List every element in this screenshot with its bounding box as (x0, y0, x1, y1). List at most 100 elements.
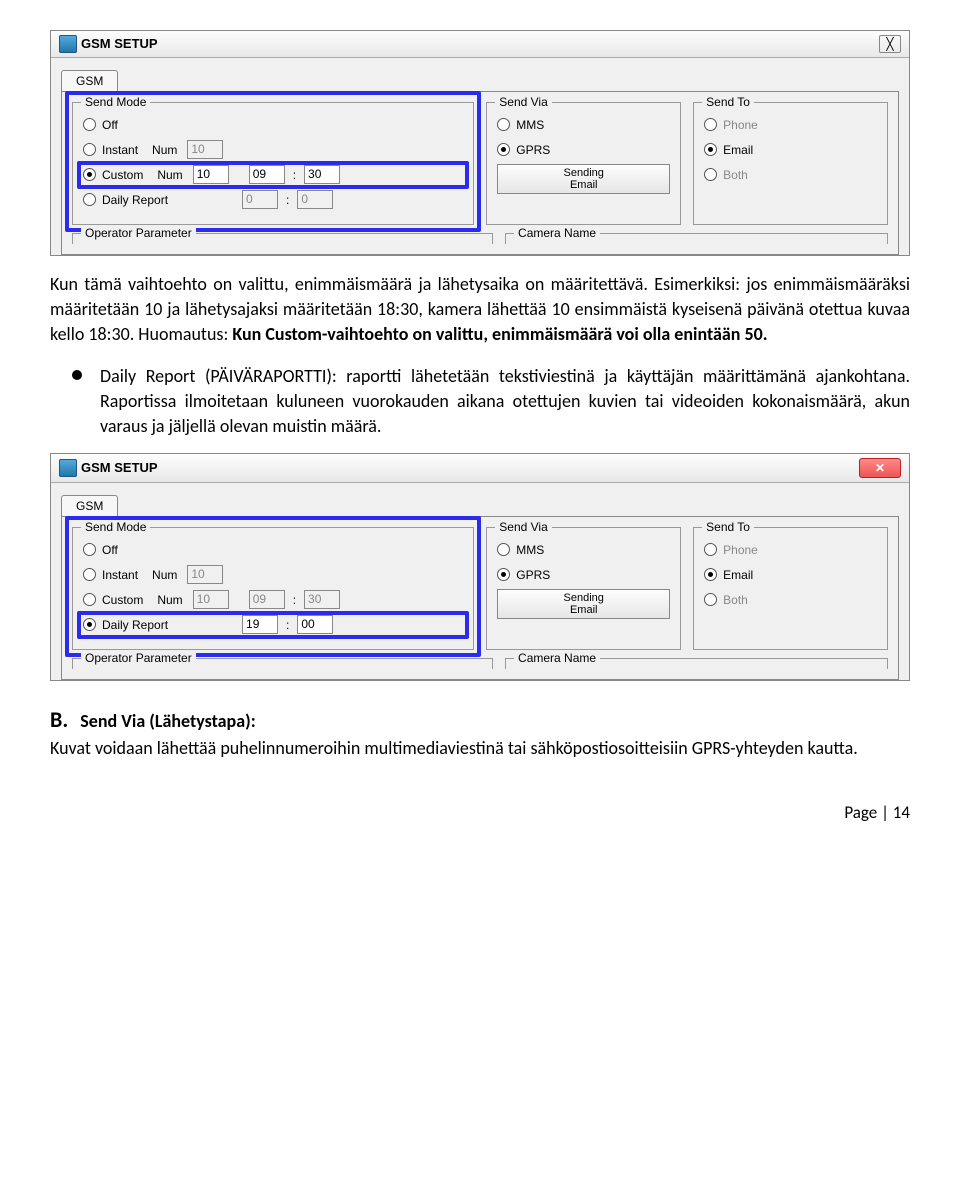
bullet-text: Daily Report (PÄIVÄRAPORTTI): raportti l… (100, 364, 910, 440)
tab-gsm[interactable]: GSM (61, 495, 118, 517)
radio-daily[interactable] (83, 618, 96, 631)
radio-email[interactable] (704, 568, 717, 581)
screenshot-1: GSM SETUP ╳ GSM Send Mode Off Instant Nu (50, 30, 910, 256)
input-custom-m[interactable]: 30 (304, 165, 340, 184)
label-instant: Instant (102, 142, 138, 159)
label-off: Off (102, 117, 118, 134)
legend-camera-name: Camera Name (514, 225, 600, 242)
colon: : (293, 167, 296, 184)
group-op-param: Operator Parameter (72, 233, 493, 244)
input-instant-num[interactable]: 10 (187, 140, 223, 159)
label-both: Both (723, 592, 748, 609)
window-title: GSM SETUP (81, 459, 859, 477)
label-email: Email (723, 142, 753, 159)
input-daily-m[interactable]: 00 (297, 615, 333, 634)
section-letter: B. (50, 706, 68, 733)
group-send-via: Send Via MMS GPRS Sending Email (486, 102, 681, 225)
input-daily-m[interactable]: 0 (297, 190, 333, 209)
label-num1: Num (152, 567, 177, 584)
group-send-to: Send To Phone Email Both (693, 527, 888, 650)
legend-send-to: Send To (702, 519, 754, 536)
legend-send-via: Send Via (495, 519, 552, 536)
radio-instant[interactable] (83, 568, 96, 581)
radio-both[interactable] (704, 168, 717, 181)
label-mms: MMS (516, 117, 544, 134)
label-num2: Num (157, 167, 182, 184)
btn-line1: Sending (506, 167, 661, 179)
legend-camera-name: Camera Name (514, 650, 600, 667)
tab-gsm[interactable]: GSM (61, 70, 118, 92)
radio-mms[interactable] (497, 118, 510, 131)
group-camera-name: Camera Name (505, 233, 888, 244)
input-custom-num[interactable]: 10 (193, 590, 229, 609)
radio-custom[interactable] (83, 593, 96, 606)
radio-daily[interactable] (83, 193, 96, 206)
label-daily: Daily Report (102, 192, 168, 209)
colon: : (286, 192, 289, 209)
input-daily-h[interactable]: 19 (242, 615, 278, 634)
bullet-item: Daily Report (PÄIVÄRAPORTTI): raportti l… (50, 364, 910, 440)
btn-line2: Email (506, 604, 661, 616)
app-icon (59, 35, 77, 53)
client-area: GSM Send Mode Off Instant Num 10 (51, 58, 909, 255)
close-icon[interactable]: ✕ (859, 458, 901, 478)
section-title: Send Via (Lähetystapa): (80, 710, 255, 732)
legend-send-mode: Send Mode (81, 94, 150, 111)
input-custom-num[interactable]: 10 (193, 165, 229, 184)
para1-bold: Kun Custom-vaihtoehto on valittu, enimmä… (232, 323, 767, 345)
group-send-mode: Send Mode Off Instant Num 10 (72, 102, 474, 225)
label-gprs: GPRS (516, 567, 550, 584)
legend-op-param: Operator Parameter (81, 225, 196, 242)
close-icon[interactable]: ╳ (879, 35, 901, 53)
screenshot-2: GSM SETUP ✕ GSM Send Mode Off Instant Nu (50, 453, 910, 681)
radio-gprs[interactable] (497, 143, 510, 156)
bullet-icon (72, 370, 82, 380)
paragraph-1: Kun tämä vaihtoehto on valittu, enimmäis… (50, 272, 910, 348)
app-icon (59, 459, 77, 477)
legend-send-to: Send To (702, 94, 754, 111)
group-camera-name: Camera Name (505, 658, 888, 669)
label-phone: Phone (723, 117, 758, 134)
label-both: Both (723, 167, 748, 184)
label-mms: MMS (516, 542, 544, 559)
group-op-param: Operator Parameter (72, 658, 493, 669)
titlebar: GSM SETUP ╳ (51, 31, 909, 58)
group-send-to: Send To Phone Email Both (693, 102, 888, 225)
group-send-mode: Send Mode Off Instant Num 10 Custom (72, 527, 474, 650)
colon: : (286, 617, 289, 634)
input-custom-h[interactable]: 09 (249, 590, 285, 609)
radio-off[interactable] (83, 543, 96, 556)
tab-body: Send Mode Off Instant Num 10 Custom (61, 516, 899, 680)
label-gprs: GPRS (516, 142, 550, 159)
group-send-via: Send Via MMS GPRS Sending Email (486, 527, 681, 650)
input-custom-m[interactable]: 30 (304, 590, 340, 609)
input-instant-num[interactable]: 10 (187, 565, 223, 584)
label-custom: Custom (102, 167, 143, 184)
label-off: Off (102, 542, 118, 559)
client-area: GSM Send Mode Off Instant Num 10 (51, 483, 909, 680)
legend-send-via: Send Via (495, 94, 552, 111)
radio-phone[interactable] (704, 543, 717, 556)
label-daily: Daily Report (102, 617, 168, 634)
radio-mms[interactable] (497, 543, 510, 556)
radio-phone[interactable] (704, 118, 717, 131)
input-custom-h[interactable]: 09 (249, 165, 285, 184)
colon: : (293, 592, 296, 609)
radio-email[interactable] (704, 143, 717, 156)
radio-gprs[interactable] (497, 568, 510, 581)
btn-line1: Sending (506, 592, 661, 604)
label-num2: Num (157, 592, 182, 609)
radio-instant[interactable] (83, 143, 96, 156)
legend-send-mode: Send Mode (81, 519, 150, 536)
page-footer: Page | 14 (50, 801, 910, 825)
radio-both[interactable] (704, 593, 717, 606)
radio-off[interactable] (83, 118, 96, 131)
sending-email-button[interactable]: Sending Email (497, 164, 670, 194)
btn-line2: Email (506, 179, 661, 191)
radio-custom[interactable] (83, 168, 96, 181)
label-instant: Instant (102, 567, 138, 584)
input-daily-h[interactable]: 0 (242, 190, 278, 209)
window-title: GSM SETUP (81, 35, 879, 53)
sending-email-button[interactable]: Sending Email (497, 589, 670, 619)
label-email: Email (723, 567, 753, 584)
